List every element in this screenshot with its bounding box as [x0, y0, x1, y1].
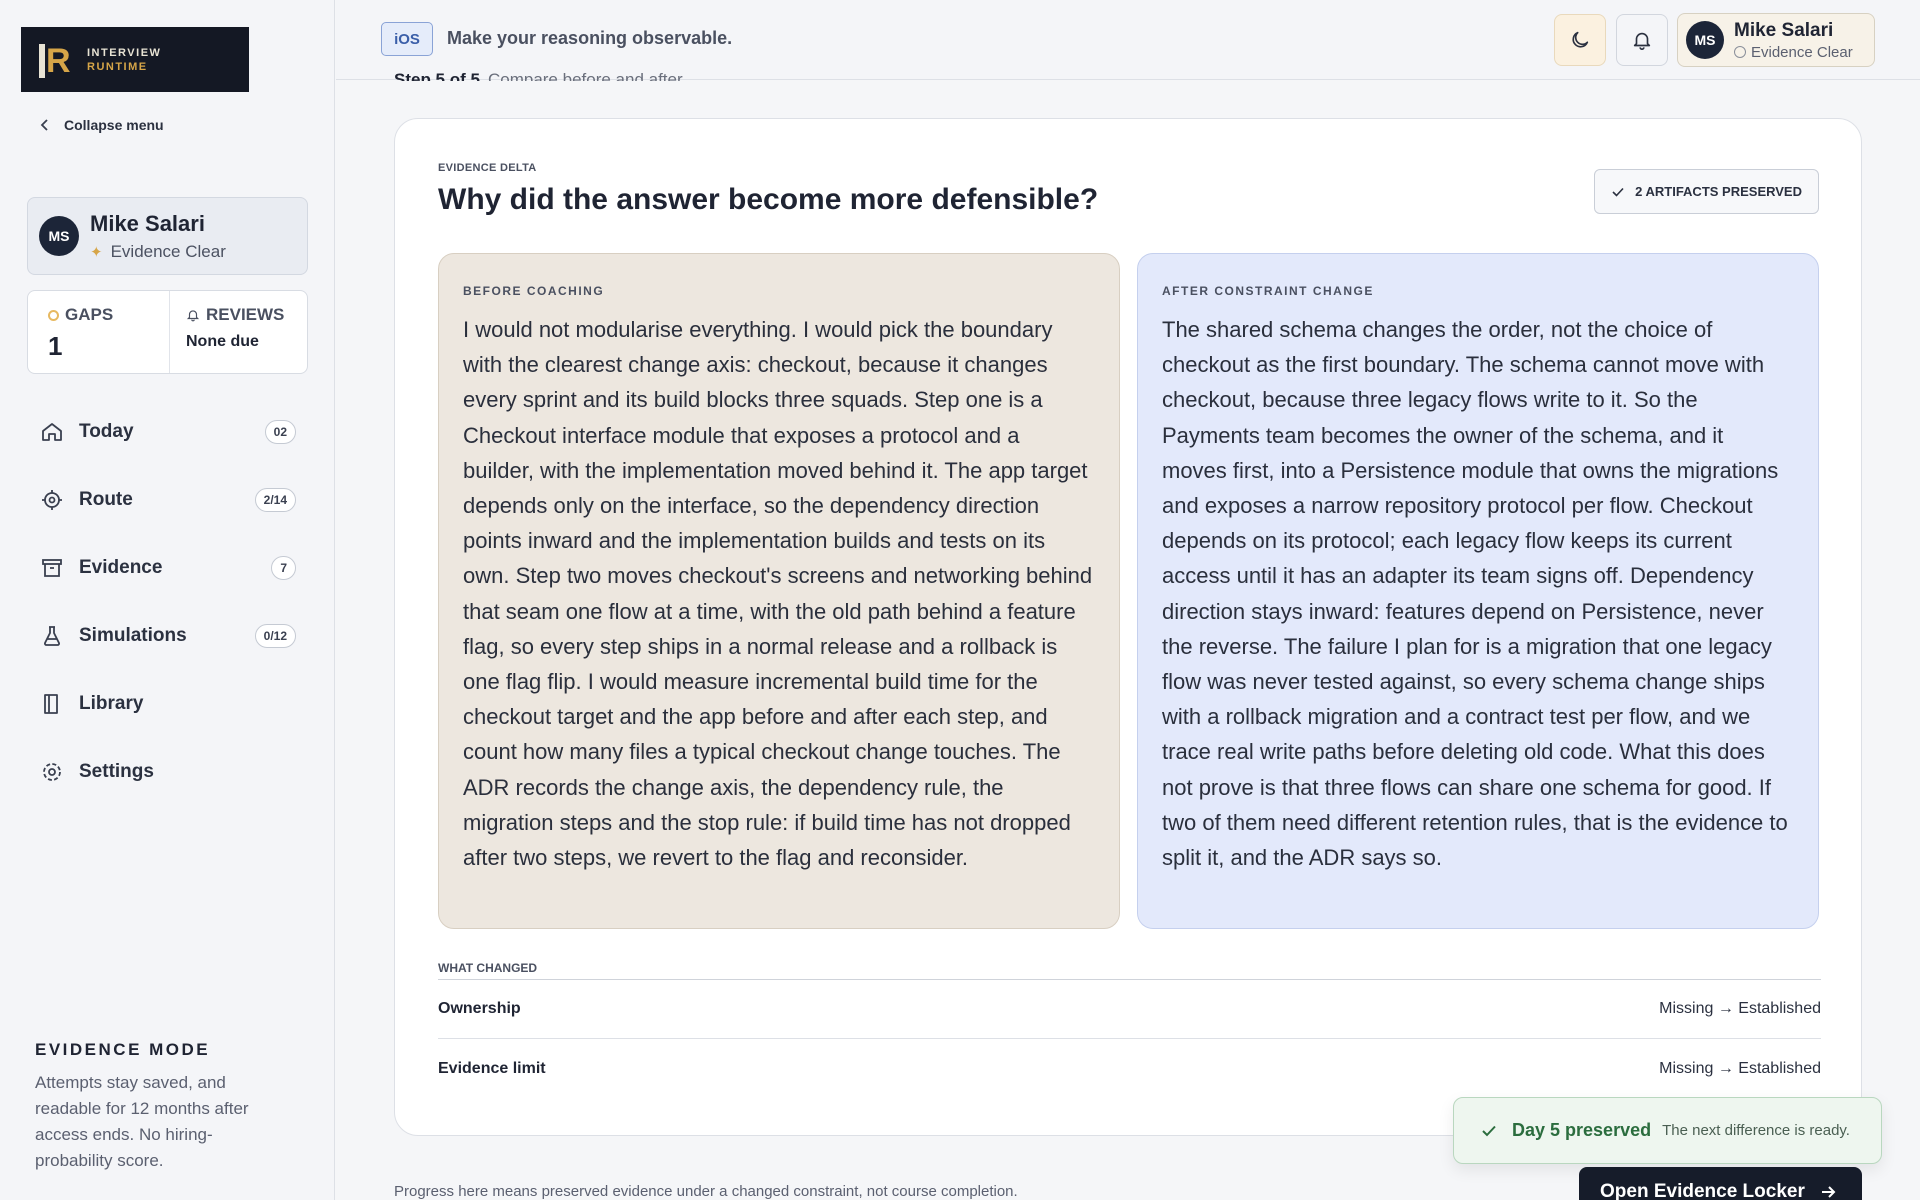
- moon-icon: [1572, 31, 1589, 48]
- sidebar-item-label: Settings: [79, 761, 154, 782]
- sidebar-item-label: Today: [79, 421, 134, 442]
- progress-footnote: Progress here means preserved evidence u…: [394, 1183, 1018, 1200]
- sidebar-item-label: Library: [79, 693, 144, 714]
- step-label: Step 5 of 5: [394, 70, 480, 81]
- what-changed-table: WHAT CHANGED Ownership Missing → Establi…: [438, 961, 1821, 1098]
- target-icon: [39, 487, 65, 513]
- toast-subtitle: The next difference is ready.: [1662, 1122, 1850, 1139]
- bell-icon: [1633, 32, 1651, 50]
- user-status: Evidence Clear: [110, 241, 226, 261]
- sidebar-item-evidence[interactable]: Evidence 7: [27, 534, 308, 602]
- count-badge: 0/12: [254, 624, 296, 648]
- account-menu-button[interactable]: MS Mike Salari Evidence Clear: [1677, 13, 1875, 67]
- gaps-value: 1: [48, 331, 63, 361]
- app-logo[interactable]: R INTERVIEW RUNTIME: [21, 27, 249, 92]
- step-subtitle: Compare before and after: [487, 70, 683, 81]
- platform-chip[interactable]: iOS: [381, 22, 433, 56]
- gaps-label: GAPS: [65, 305, 114, 324]
- answer-text: I would not modularise everything. I wou…: [463, 317, 1093, 871]
- gap-indicator-icon: [48, 309, 59, 321]
- home-icon: [39, 419, 65, 445]
- answer-text: The shared schema changes the order, not…: [1162, 317, 1788, 871]
- artifacts-preserved-badge: 2 ARTIFACTS PRESERVED: [1594, 169, 1819, 214]
- collapse-menu-label: Collapse menu: [64, 117, 164, 133]
- tagline: Make your reasoning observable.: [447, 28, 733, 48]
- row-value: Missing → Established: [1659, 1059, 1821, 1077]
- sidebar-item-label: Evidence: [79, 557, 163, 578]
- check-icon: [1612, 187, 1624, 197]
- notifications-button[interactable]: [1616, 14, 1668, 66]
- reviews-label: REVIEWS: [206, 305, 285, 324]
- artifacts-preserved-label: 2 ARTIFACTS PRESERVED: [1635, 184, 1802, 199]
- logo-line-1: INTERVIEW: [87, 46, 162, 59]
- archive-icon: [39, 555, 65, 581]
- panel-title: AFTER CONSTRAINT CHANGE: [1162, 284, 1374, 298]
- open-evidence-locker-label: Open Evidence Locker: [1600, 1181, 1805, 1200]
- logo-mark-icon: R: [35, 40, 75, 80]
- reviews-stat[interactable]: REVIEWS None due: [169, 291, 307, 373]
- count-badge: 02: [264, 420, 296, 444]
- sidebar-item-simulations[interactable]: Simulations 0/12: [27, 602, 308, 670]
- gear-icon: [39, 759, 65, 785]
- table-row: Evidence limit Missing → Established: [438, 1039, 1821, 1098]
- sidebar-nav: Today 02 Route 2/14 Evidence 7 Simulatio…: [27, 398, 308, 806]
- count-badge: 2/14: [254, 488, 296, 512]
- evidence-delta-card: EVIDENCE DELTA Why did the answer become…: [394, 118, 1862, 1136]
- count-badge: 7: [271, 556, 296, 580]
- after-constraint-panel: AFTER CONSTRAINT CHANGE The shared schem…: [1137, 253, 1819, 929]
- top-bar: iOS Make your reasoning observable. MS M…: [336, 0, 1920, 80]
- collapse-menu-button[interactable]: Collapse menu: [38, 117, 164, 133]
- sidebar-item-settings[interactable]: Settings: [27, 738, 308, 806]
- chevron-left-icon: [40, 119, 48, 131]
- panel-title: BEFORE COACHING: [463, 284, 605, 298]
- reviews-value: None due: [186, 333, 259, 350]
- row-value: Missing → Established: [1659, 1000, 1821, 1017]
- arrow-right-icon: [1821, 1186, 1836, 1198]
- card-eyebrow: EVIDENCE DELTA: [438, 162, 537, 174]
- sidebar: R INTERVIEW RUNTIME Collapse menu MS Mik…: [0, 0, 335, 1200]
- user-status: Evidence Clear: [1751, 43, 1853, 61]
- avatar: MS: [39, 216, 79, 256]
- bell-icon: [186, 310, 200, 322]
- avatar: MS: [1686, 21, 1724, 59]
- row-label: Ownership: [438, 1000, 521, 1017]
- check-icon: [1482, 1125, 1496, 1136]
- step-indicator: Step 5 of 5 Compare before and after: [394, 69, 683, 81]
- before-coaching-panel: BEFORE COACHING I would not modularise e…: [438, 253, 1120, 929]
- sidebar-item-label: Route: [79, 489, 133, 510]
- user-card[interactable]: MS Mike Salari ✦ Evidence Clear: [27, 197, 308, 275]
- sidebar-item-today[interactable]: Today 02: [27, 398, 308, 466]
- evidence-mode-title: EVIDENCE MODE: [35, 1040, 211, 1059]
- open-evidence-locker-button[interactable]: Open Evidence Locker: [1579, 1167, 1862, 1200]
- page-title: Why did the answer become more defensibl…: [438, 183, 1099, 216]
- theme-toggle-button[interactable]: [1554, 14, 1606, 66]
- row-label: Evidence limit: [438, 1059, 546, 1077]
- what-changed-title: WHAT CHANGED: [438, 961, 1821, 980]
- sparkle-icon: ✦: [90, 243, 103, 261]
- table-row: Ownership Missing → Established: [438, 980, 1821, 1039]
- stats-panel: GAPS 1 REVIEWS None due: [27, 290, 308, 374]
- gaps-stat[interactable]: GAPS 1: [28, 291, 169, 373]
- sidebar-item-library[interactable]: Library: [27, 670, 308, 738]
- toast-title: Day 5 preserved: [1512, 1120, 1652, 1140]
- logo-line-2: RUNTIME: [87, 60, 148, 73]
- status-icon: [1734, 46, 1746, 58]
- user-name: Mike Salari: [1734, 19, 1834, 41]
- sidebar-item-label: Simulations: [79, 625, 187, 646]
- flask-icon: [39, 623, 65, 649]
- user-name: Mike Salari: [90, 210, 205, 236]
- evidence-mode-description: Attempts stay saved, and readable for 12…: [35, 1073, 249, 1170]
- sidebar-item-route[interactable]: Route 2/14: [27, 466, 308, 534]
- evidence-mode-panel: EVIDENCE MODE Attempts stay saved, and r…: [35, 1040, 290, 1174]
- book-icon: [39, 691, 65, 717]
- preserved-toast[interactable]: Day 5 preserved The next difference is r…: [1453, 1097, 1882, 1164]
